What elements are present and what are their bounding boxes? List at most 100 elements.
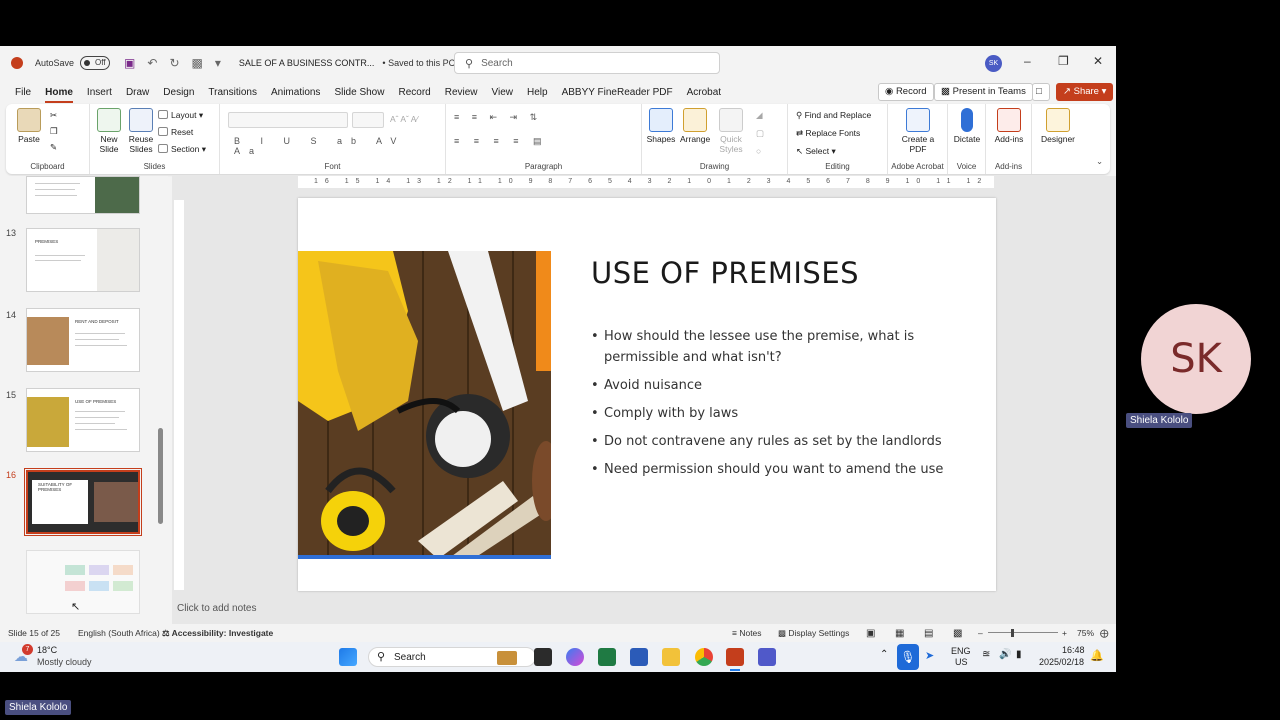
battery-icon[interactable]: ▮ (1016, 649, 1022, 660)
share-button[interactable]: ↗ Share ▾ (1056, 83, 1114, 101)
shape-fill-icon[interactable]: ◢ (756, 110, 763, 121)
notes-placeholder[interactable]: Click to add notes (177, 603, 257, 614)
tab-help[interactable]: Help (527, 87, 548, 98)
create-pdf-button[interactable]: Create a PDF (900, 108, 936, 154)
teams-icon[interactable] (758, 648, 776, 666)
saved-status[interactable]: • Saved to this PC (382, 58, 455, 68)
current-slide[interactable]: USE OF PREMISES How should the lessee us… (298, 198, 996, 591)
collapse-ribbon-icon[interactable]: ⌄ (1096, 156, 1103, 167)
weather-condition[interactable]: Mostly cloudy (37, 657, 92, 667)
display-settings-button[interactable]: ▩ Display Settings (778, 628, 849, 639)
search-input[interactable]: ⚲ Search (454, 52, 720, 74)
tab-abbyy[interactable]: ABBYY FineReader PDF (562, 87, 673, 98)
tab-home[interactable]: Home (45, 87, 73, 103)
tab-draw[interactable]: Draw (126, 87, 149, 98)
slide-thumbnail-14[interactable]: RENT AND DEPOSIT (26, 308, 140, 372)
clock-time[interactable]: 16:48 (1062, 645, 1085, 655)
copy-icon[interactable]: ❐ (50, 126, 58, 137)
start-button[interactable] (339, 648, 357, 666)
slide-title[interactable]: USE OF PREMISES (591, 256, 859, 290)
minimize-icon[interactable]: – (1024, 54, 1031, 68)
select-button[interactable]: ↖ Select ▾ (796, 146, 836, 157)
microphone-tray-icon[interactable]: 🎙 (897, 644, 919, 670)
task-view-icon[interactable] (534, 648, 552, 666)
excel-icon[interactable] (598, 648, 616, 666)
tab-view[interactable]: View (492, 87, 514, 98)
tab-transitions[interactable]: Transitions (208, 87, 257, 98)
reset-button[interactable]: Reset (158, 127, 193, 137)
zoom-slider[interactable] (988, 632, 1058, 633)
new-slide-button[interactable]: New Slide (94, 108, 124, 154)
tab-design[interactable]: Design (163, 87, 194, 98)
present-in-teams-button[interactable]: ▩ Present in Teams (934, 83, 1033, 101)
slideshow-view-icon[interactable]: ▩ (953, 628, 962, 639)
chrome-icon[interactable] (695, 648, 713, 666)
close-icon[interactable]: ✕ (1093, 54, 1103, 68)
redo-icon[interactable]: ↻ (169, 56, 179, 70)
comments-icon[interactable]: □ (1032, 83, 1050, 101)
thumbnail-scrollbar[interactable] (157, 180, 163, 620)
present-icon[interactable]: ▩ (192, 56, 203, 70)
cut-icon[interactable]: ✂ (50, 110, 57, 121)
slide-thumbnail-16[interactable]: SUITABILITY OF PREMISES (24, 468, 142, 536)
accessibility-status[interactable]: ⚖ Accessibility: Investigate (162, 628, 273, 639)
zoom-out-icon[interactable]: – (978, 628, 983, 638)
tab-acrobat[interactable]: Acrobat (687, 87, 721, 98)
format-painter-icon[interactable]: ✎ (50, 142, 57, 153)
tab-review[interactable]: Review (445, 87, 478, 98)
quick-styles-button[interactable]: Quick Styles (714, 108, 748, 154)
replace-fonts-button[interactable]: ⇄ Replace Fonts (796, 128, 860, 139)
tab-file[interactable]: File (15, 87, 31, 98)
find-replace-button[interactable]: ⚲ Find and Replace (796, 110, 871, 121)
normal-view-icon[interactable]: ▣ (866, 628, 875, 639)
thumbnail-scrollbar-thumb[interactable] (158, 428, 163, 524)
undo-icon[interactable]: ↶ (147, 56, 157, 70)
slide-bullet-list[interactable]: How should the lessee use the premise, w… (591, 326, 951, 487)
slide-thumbnail-15[interactable]: USE OF PREMISES (26, 388, 140, 452)
shapes-button[interactable]: Shapes (646, 108, 676, 144)
account-avatar[interactable]: SK (985, 55, 1002, 72)
list-buttons[interactable]: ≡ ≡ ⇤ ⇥ ⇅ (454, 112, 542, 123)
addins-button[interactable]: Add-ins (992, 108, 1026, 144)
slide-sorter-icon[interactable]: ▦ (895, 628, 904, 639)
copilot-icon[interactable] (566, 648, 584, 666)
slide-thumbnail-17[interactable] (26, 550, 140, 614)
save-icon[interactable]: ▣ (124, 56, 135, 70)
font-name-input[interactable] (228, 112, 348, 128)
paste-button[interactable]: Paste (14, 108, 44, 144)
document-title[interactable]: SALE OF A BUSINESS CONTR... (239, 58, 375, 68)
reuse-slides-button[interactable]: Reuse Slides (126, 108, 156, 154)
zoom-slider-thumb[interactable] (1011, 629, 1014, 637)
taskbar-search[interactable]: ⚲ Search (368, 647, 536, 667)
zoom-in-icon[interactable]: + (1062, 628, 1067, 638)
font-format-buttons[interactable]: B I U S ab AV Aa (234, 136, 445, 156)
wifi-icon[interactable]: ≊ (982, 649, 990, 660)
notification-bell-icon[interactable]: 🔔 (1090, 649, 1104, 662)
section-button[interactable]: Section ▾ (158, 144, 206, 155)
record-button[interactable]: ◉ Record (878, 83, 934, 101)
shape-effects-icon[interactable]: ○ (756, 146, 761, 156)
weather-temp[interactable]: 18°C (37, 645, 57, 655)
autosave-toggle[interactable]: Off (80, 56, 111, 70)
input-language[interactable]: ENG (951, 646, 971, 656)
align-buttons[interactable]: ≡ ≡ ≡ ≡ ▤ (454, 136, 548, 147)
grow-font-icon[interactable]: Aˆ Aˇ A∕ (390, 114, 418, 124)
slide-thumbnail-12[interactable] (26, 176, 140, 214)
language-indicator[interactable]: English (South Africa) (78, 628, 160, 638)
arrange-button[interactable]: Arrange (680, 108, 710, 144)
dictate-button[interactable]: Dictate (952, 108, 982, 144)
tray-chevron-icon[interactable]: ⌃ (880, 649, 888, 660)
volume-icon[interactable]: 🔊 (999, 649, 1011, 660)
clock-date[interactable]: 2025/02/18 (1039, 657, 1084, 667)
file-explorer-icon[interactable] (662, 648, 680, 666)
reading-view-icon[interactable]: ▤ (924, 628, 933, 639)
layout-button[interactable]: Layout ▾ (158, 110, 203, 121)
tab-record[interactable]: Record (398, 87, 430, 98)
input-region[interactable]: US (955, 657, 968, 667)
font-size-input[interactable] (352, 112, 384, 128)
zoom-level[interactable]: 75% (1077, 628, 1094, 638)
slide-thumbnail-13[interactable]: PREMISES (26, 228, 140, 292)
customize-quick-access-icon[interactable]: ▾ (215, 56, 221, 70)
tab-slide-show[interactable]: Slide Show (334, 87, 384, 98)
fit-to-window-icon[interactable]: ⨁ (1100, 628, 1109, 639)
